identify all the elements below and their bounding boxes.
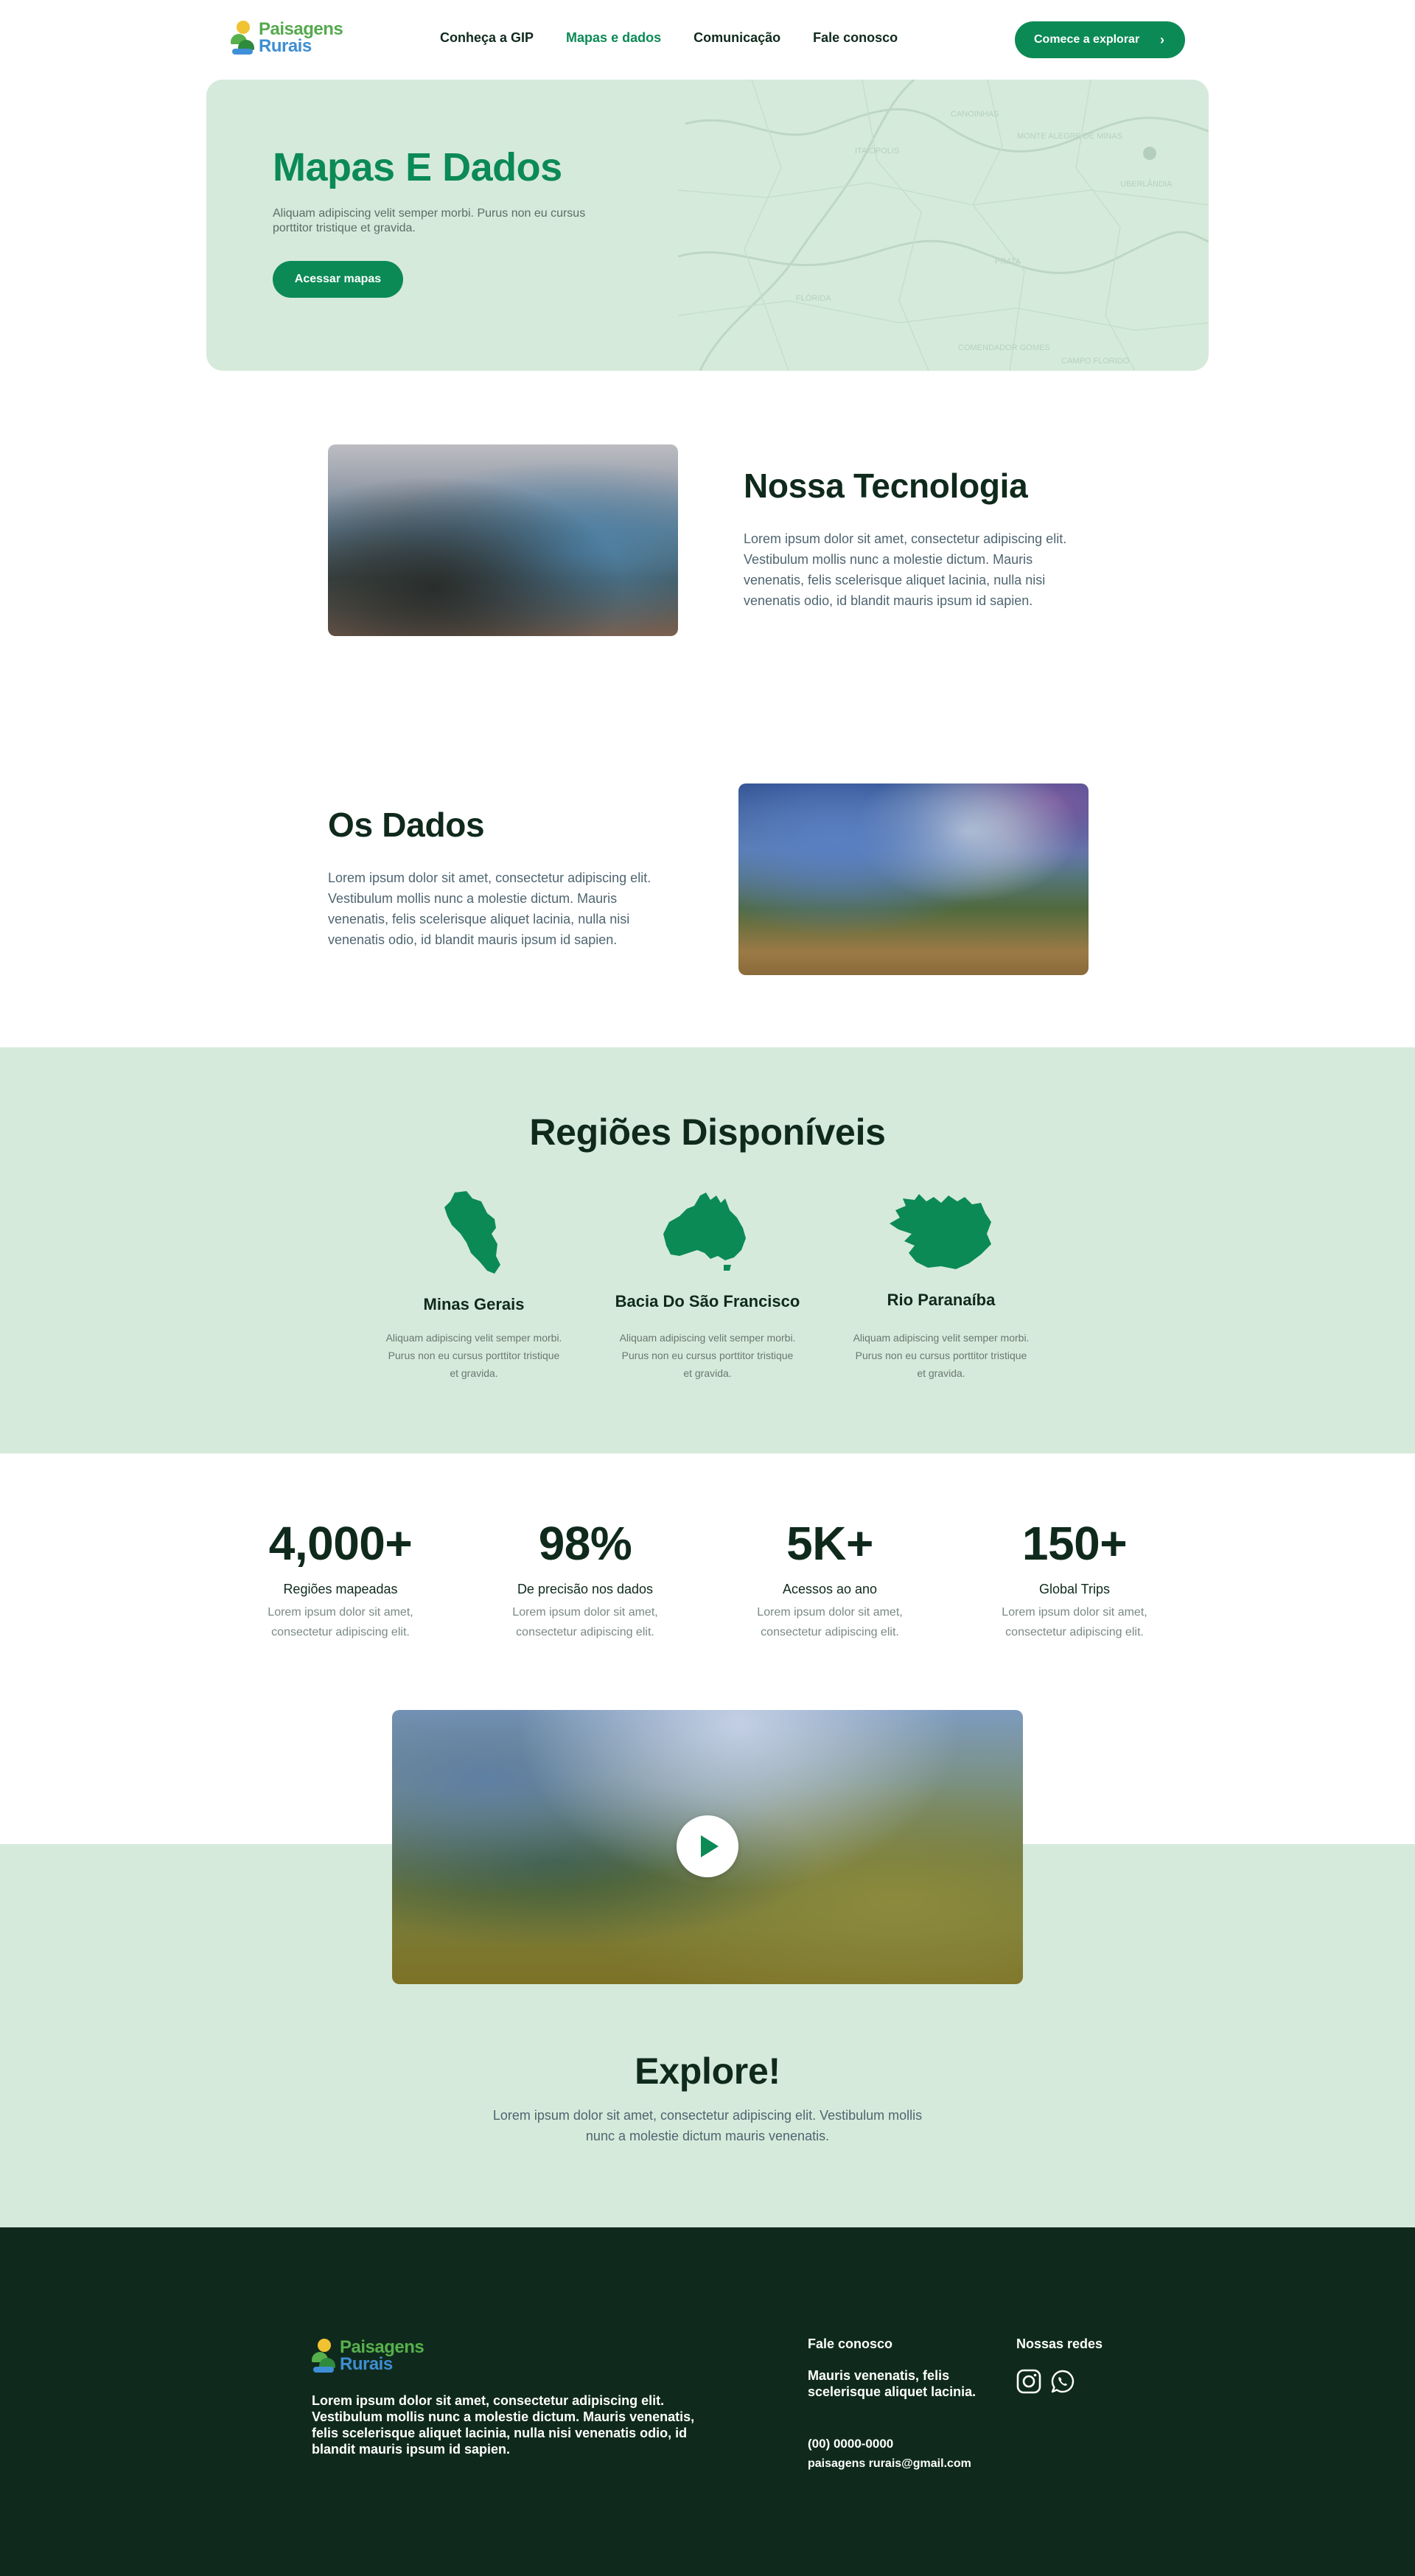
stat-label: Global Trips [1038, 1582, 1111, 1596]
hero-banner: CANOINHAS MONTE ALEGRE DE MINAS ITAIÓPOL… [206, 80, 1209, 371]
logo-line-2: Rurais [259, 36, 312, 56]
svg-text:ITAIÓPOLIS: ITAIÓPOLIS [855, 146, 899, 156]
stat-text: Lorem ipsum dolor sit amet, consectetur … [1002, 1606, 1147, 1638]
svg-text:CANOINHAS: CANOINHAS [951, 110, 999, 119]
stat-acessos: 5K+ Acessos ao ano Lorem ipsum dolor sit… [727, 1514, 933, 1642]
stat-label: Acessos ao ano [782, 1582, 878, 1596]
technology-text: Lorem ipsum dolor sit amet, consectetur … [744, 531, 1067, 608]
hero-map-background: CANOINHAS MONTE ALEGRE DE MINAS ITAIÓPOL… [678, 80, 1209, 371]
logo-icon [231, 21, 256, 56]
stat-value: 98% [538, 1517, 632, 1570]
stat-precisao: 98% De precisão nos dados Lorem ipsum do… [482, 1514, 688, 1642]
region-text: Aliquam adipiscing velit semper morbi. P… [385, 1332, 562, 1379]
data-image [738, 783, 1089, 975]
peru-map-icon [378, 1191, 570, 1276]
region-text: Aliquam adipiscing velit semper morbi. P… [619, 1332, 796, 1379]
logo-icon [312, 2339, 337, 2374]
nav-mapas-dados[interactable]: Mapas e dados [566, 30, 661, 46]
header-logo[interactable]: Paisagens Rurais [231, 21, 343, 56]
main-nav: Conheça a GIP Mapas e dados Comunicação … [440, 30, 898, 46]
footer-contact-title: Fale conosco [808, 2336, 893, 2351]
nav-comunicacao[interactable]: Comunicação [693, 30, 780, 46]
nav-conheca-gip[interactable]: Conheça a GIP [440, 30, 534, 46]
region-name: Minas Gerais [423, 1295, 525, 1313]
svg-text:PRATA: PRATA [995, 257, 1021, 266]
stat-text: Lorem ipsum dolor sit amet, consectetur … [512, 1606, 658, 1638]
svg-text:MONTE ALEGRE DE MINAS: MONTE ALEGRE DE MINAS [1017, 132, 1122, 141]
footer-contact-address: Mauris venenatis, felis scelerisque aliq… [808, 2368, 976, 2399]
stat-regioes-mapeadas: 4,000+ Regiões mapeadas Lorem ipsum dolo… [237, 1514, 444, 1642]
play-button[interactable] [677, 1815, 738, 1877]
region-text: Aliquam adipiscing velit semper morbi. P… [853, 1332, 1030, 1379]
footer-email[interactable]: paisagens rurais@gmail.com [808, 2457, 971, 2471]
technology-image [328, 444, 678, 636]
cta-label: Comece a explorar [1034, 33, 1140, 46]
footer-social-title: Nossas redes [1016, 2336, 1103, 2351]
logo-line-2: Rurais [340, 2354, 393, 2374]
comece-explorar-button[interactable]: Comece a explorar › [1015, 21, 1185, 58]
stat-value: 5K+ [786, 1517, 873, 1570]
stat-global-trips: 150+ Global Trips Lorem ipsum dolor sit … [971, 1514, 1178, 1642]
site-footer: Paisagens Rurais Lorem ipsum dolor sit a… [0, 2227, 1415, 2576]
region-name: Bacia Do São Francisco [615, 1292, 800, 1310]
iceland-map-icon [845, 1193, 1037, 1269]
footer-about-text: Lorem ipsum dolor sit amet, consectetur … [312, 2393, 695, 2457]
instagram-icon[interactable] [1016, 2369, 1041, 2394]
acessar-mapas-button[interactable]: Acessar mapas [273, 261, 403, 298]
stat-value: 150+ [1021, 1517, 1128, 1570]
technology-title: Nossa Tecnologia [744, 467, 1028, 505]
australia-map-icon [612, 1193, 803, 1272]
svg-text:FLÓRIDA: FLÓRIDA [796, 293, 831, 303]
footer-phone[interactable]: (00) 0000-0000 [808, 2437, 893, 2451]
play-icon [701, 1835, 719, 1857]
explore-text: Lorem ipsum dolor sit amet, consectetur … [492, 2108, 923, 2143]
stat-label: De precisão nos dados [517, 1582, 654, 1596]
explore-title: Explore! [635, 2050, 780, 2092]
stat-value: 4,000+ [268, 1517, 413, 1570]
stat-label: Regiões mapeadas [283, 1582, 398, 1596]
nav-fale-conosco[interactable]: Fale conosco [813, 30, 898, 46]
site-header: Paisagens Rurais Conheça a GIP Mapas e d… [0, 0, 1415, 80]
regions-title: Regiões Disponíveis [529, 1111, 886, 1153]
hero-text: Aliquam adipiscing velit semper morbi. P… [273, 207, 586, 234]
region-name: Rio Paranaíba [887, 1291, 996, 1309]
svg-text:UBERLÂNDIA: UBERLÂNDIA [1120, 179, 1173, 189]
whatsapp-icon[interactable] [1050, 2369, 1075, 2394]
svg-text:COMENDADOR GOMES: COMENDADOR GOMES [958, 343, 1050, 352]
regions-section: Regiões Disponíveis Minas Gerais Aliquam… [0, 1047, 1415, 1453]
chevron-right-icon: › [1160, 32, 1164, 47]
stat-text: Lorem ipsum dolor sit amet, consectetur … [757, 1606, 903, 1638]
data-title: Os Dados [328, 806, 485, 844]
data-text: Lorem ipsum dolor sit amet, consectetur … [328, 870, 651, 947]
stat-text: Lorem ipsum dolor sit amet, consectetur … [268, 1606, 413, 1638]
footer-logo[interactable]: Paisagens Rurais [312, 2339, 424, 2374]
svg-text:CAMPO FLORIDO: CAMPO FLORIDO [1061, 357, 1130, 366]
hero-title: Mapas E Dados [273, 145, 562, 189]
